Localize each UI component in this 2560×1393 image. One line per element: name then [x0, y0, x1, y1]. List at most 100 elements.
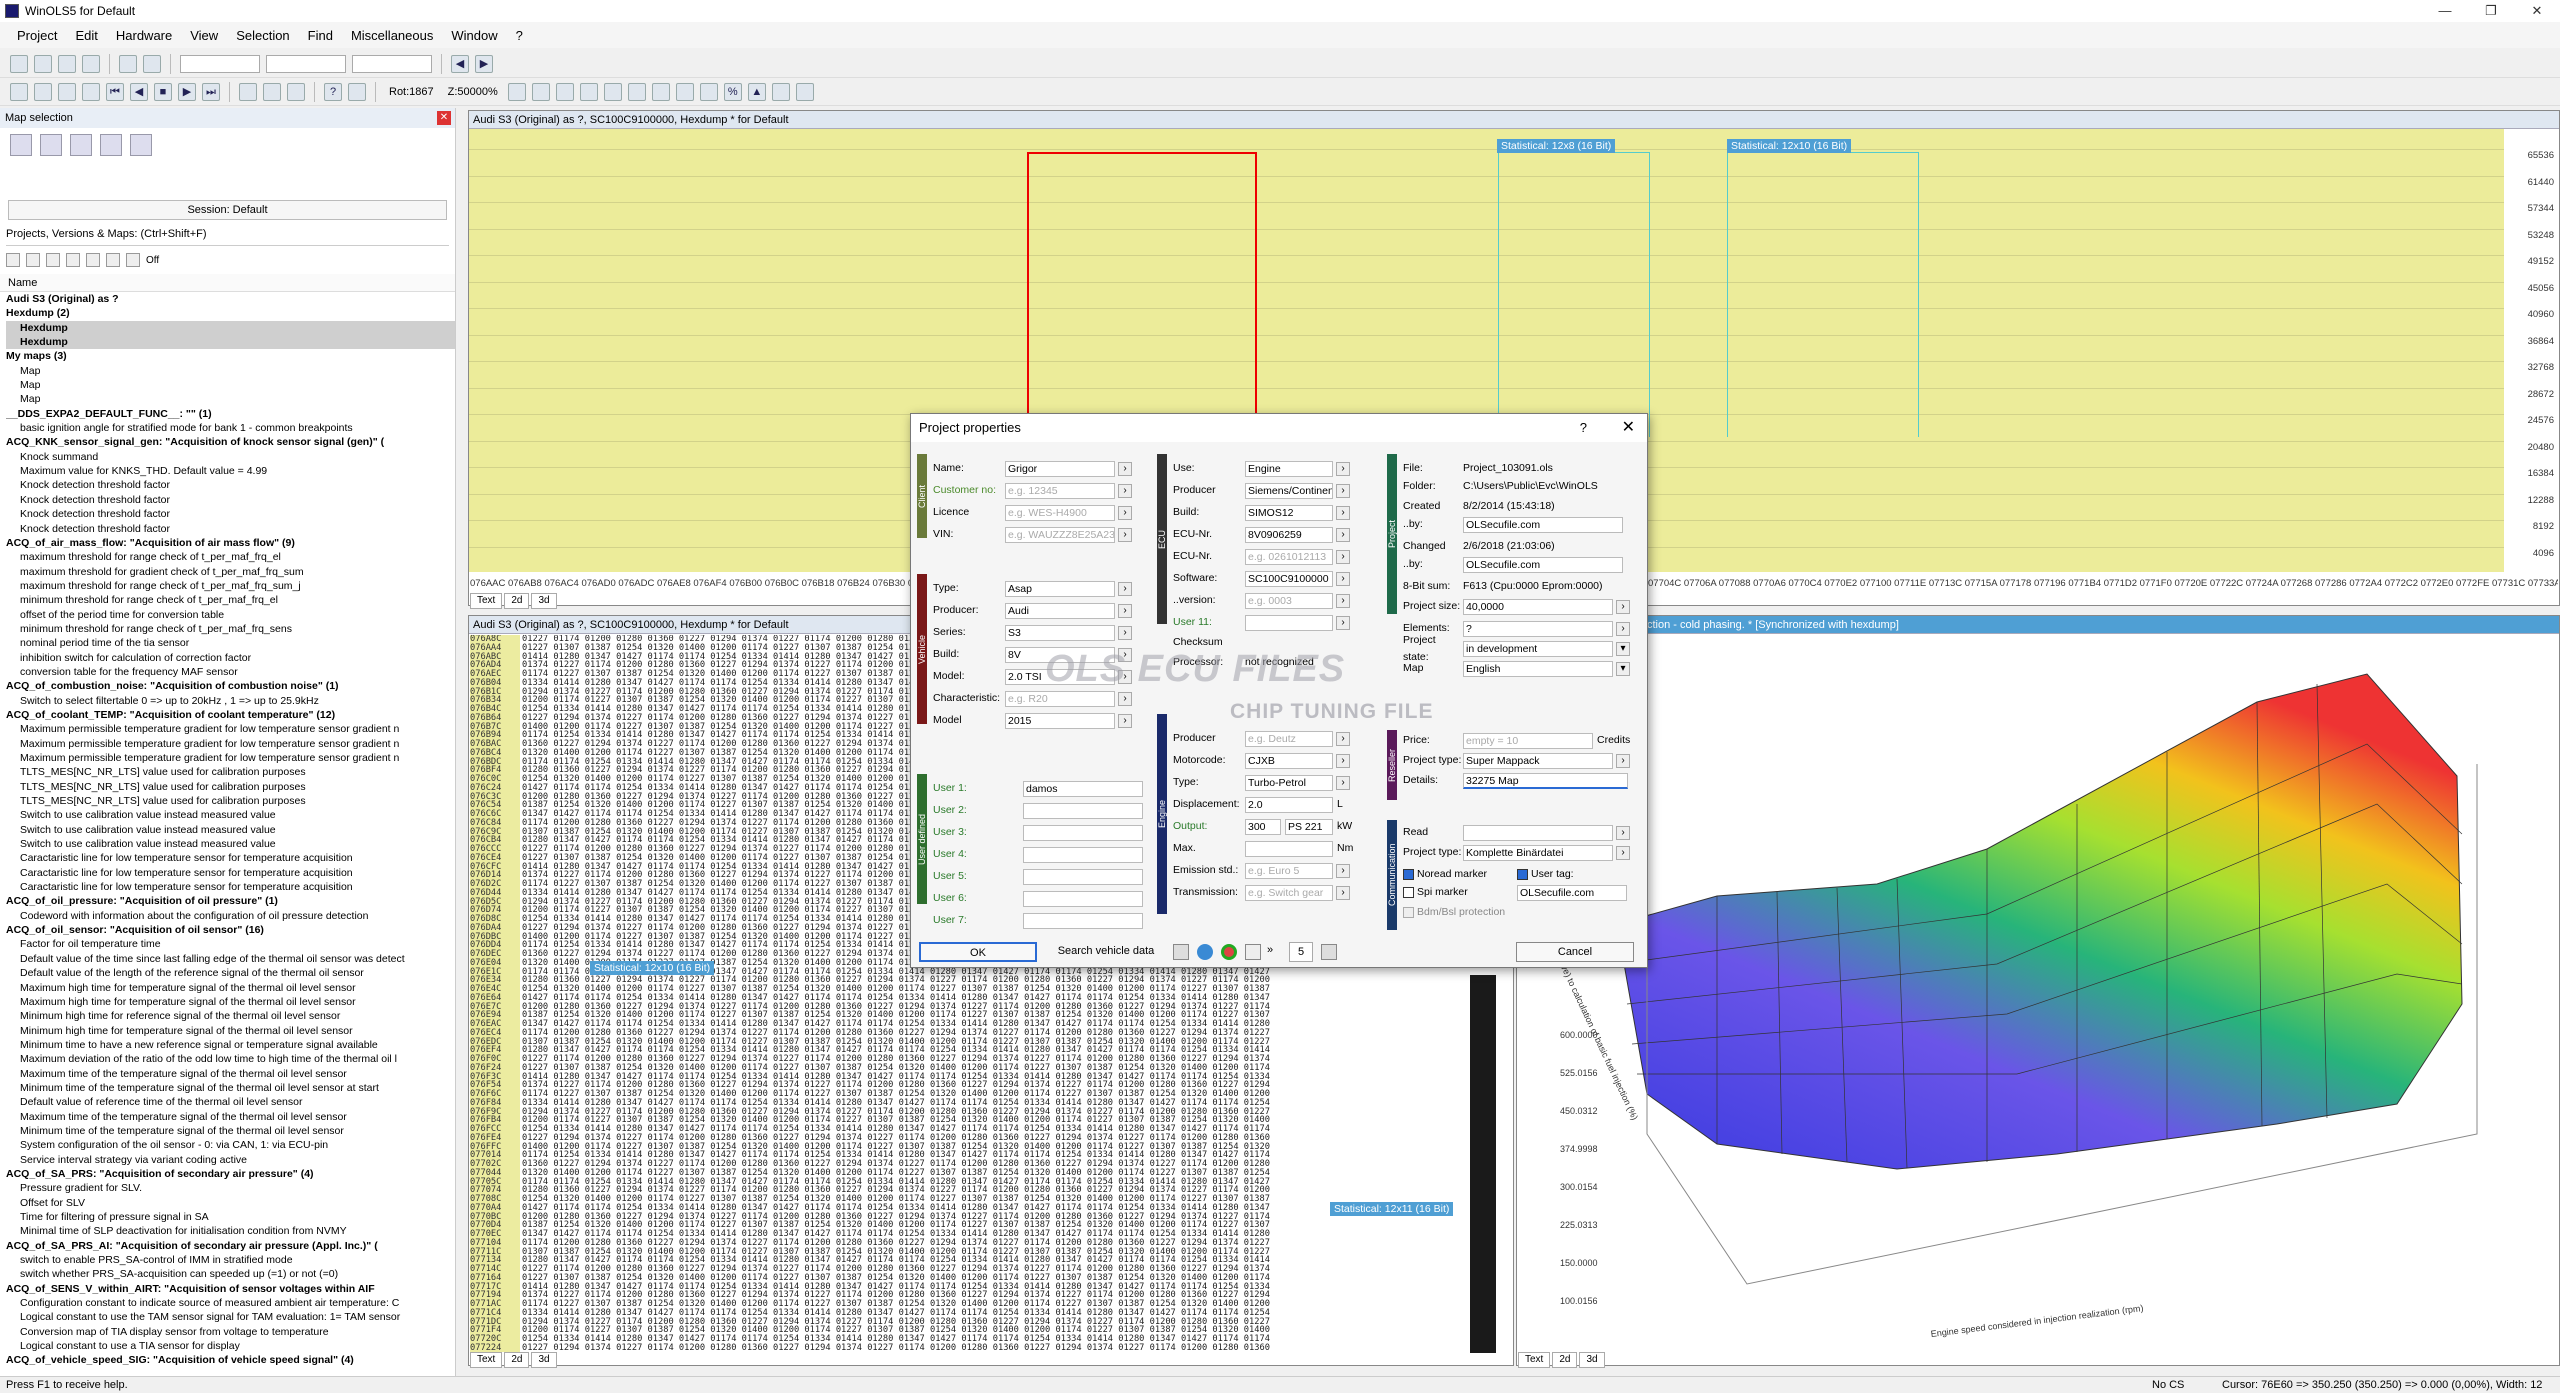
32bit-icon[interactable]: [603, 82, 622, 101]
close-button[interactable]: ✕: [2514, 0, 2560, 22]
width-icon[interactable]: [531, 82, 550, 101]
price-field[interactable]: empty = 10: [1463, 732, 1593, 749]
tab-2d[interactable]: 2d: [1552, 1352, 1578, 1368]
vin-field[interactable]: e.g. WAUZZZ8E25A231: [1005, 526, 1115, 543]
tree-item[interactable]: Offset for SLV: [6, 1196, 455, 1210]
ecu-build-field[interactable]: SIMOS12: [1245, 504, 1333, 521]
minimap-strip[interactable]: [1470, 975, 1496, 1353]
statistical-label-2[interactable]: Statistical: 12x10 (16 Bit): [1727, 139, 1852, 153]
tree-item[interactable]: Switch to use calibration value instead …: [6, 823, 455, 837]
tree-item[interactable]: Minimum high time for reference signal o…: [6, 1009, 455, 1023]
usertag-checkbox[interactable]: [1517, 869, 1528, 880]
ecu-producer-arrow[interactable]: ›: [1336, 483, 1350, 498]
tree-item[interactable]: TLTS_MES[NC_NR_LTS] value used for calib…: [6, 794, 455, 808]
restore-button[interactable]: ❐: [2468, 0, 2514, 22]
state-select[interactable]: in development: [1463, 640, 1613, 657]
view-icon[interactable]: [143, 54, 161, 73]
tree-item[interactable]: ACQ_of_SENS_V_within_AIRT: "Acquisition …: [6, 1282, 455, 1296]
statistical-label-4[interactable]: Statistical: 12x11 (16 Bit): [1330, 1202, 1454, 1216]
eng-type-field[interactable]: Turbo-Petrol: [1245, 774, 1333, 791]
tree-item[interactable]: Hexdump (2): [6, 306, 455, 320]
tree-item[interactable]: TLTS_MES[NC_NR_LTS] value used for calib…: [6, 765, 455, 779]
tree-item[interactable]: Configuration constant to indicate sourc…: [6, 1296, 455, 1310]
tree-item[interactable]: Hexdump: [6, 335, 455, 350]
series-field[interactable]: S3: [1005, 624, 1115, 641]
open-folder-icon[interactable]: [40, 134, 62, 156]
ecu-nr2-arrow[interactable]: ›: [1336, 549, 1350, 564]
map-tree[interactable]: Audi S3 (Original) as ? Hexdump (2) Hexdum…: [0, 292, 455, 1382]
tree-item[interactable]: Knock detection threshold factor: [6, 507, 455, 521]
emission-arrow[interactable]: ›: [1336, 863, 1350, 878]
tree-item[interactable]: Service interval strategy via variant co…: [6, 1153, 455, 1167]
map-icon[interactable]: [130, 134, 152, 156]
count-field[interactable]: 5: [1289, 942, 1313, 962]
marker-icon[interactable]: [86, 253, 100, 267]
next-icon[interactable]: ▶: [178, 82, 196, 101]
size-field[interactable]: 40,0000: [1463, 598, 1613, 615]
map-language-select[interactable]: English: [1463, 660, 1613, 677]
tree-item[interactable]: Caractaristic line for low temperature s…: [6, 866, 455, 880]
chat-icon[interactable]: [1245, 944, 1261, 960]
tree-item[interactable]: ACQ_of_oil_sensor: "Acquisition of oil s…: [6, 923, 455, 937]
displacement-field[interactable]: 2.0: [1245, 796, 1333, 813]
project-icon[interactable]: [10, 82, 28, 101]
hexdump-icon[interactable]: [119, 54, 137, 73]
color-icon[interactable]: [795, 82, 814, 101]
reseller-ptype-field[interactable]: Super Mappack: [1463, 752, 1613, 769]
tree-item[interactable]: ACQ_of_coolant_TEMP: "Acquisition of coo…: [6, 708, 455, 722]
name-field[interactable]: Grigor: [1005, 460, 1115, 477]
menu-miscellaneous[interactable]: Miscellaneous: [342, 28, 442, 43]
user1-field[interactable]: damos: [1023, 780, 1143, 797]
tree-item[interactable]: Map: [6, 378, 455, 392]
color-wheel-icon[interactable]: [1221, 944, 1237, 960]
tree-item[interactable]: inhibition switch for calculation of cor…: [6, 651, 455, 665]
model-year-arrow[interactable]: ›: [1118, 713, 1132, 728]
version-arrow[interactable]: ›: [1336, 593, 1350, 608]
tree-item[interactable]: maximum threshold for range check of t_p…: [6, 579, 455, 593]
changed-by-field[interactable]: OLSecufile.com: [1463, 556, 1623, 573]
vin-arrow[interactable]: ›: [1118, 527, 1132, 542]
prev-icon[interactable]: ◀: [130, 82, 148, 101]
name-arrow[interactable]: ›: [1118, 461, 1132, 476]
language-dropdown-icon[interactable]: ▾: [1616, 661, 1630, 676]
map-3d-surface[interactable]: [1517, 634, 2559, 1351]
tree-item[interactable]: Switch to use calibration value instead …: [6, 808, 455, 822]
menu-help[interactable]: ?: [507, 28, 532, 43]
software-arrow[interactable]: ›: [1336, 571, 1350, 586]
customer-field[interactable]: e.g. 12345: [1005, 482, 1115, 499]
tree-item[interactable]: basic ignition angle for stratified mode…: [6, 421, 455, 435]
grid-icon[interactable]: [507, 82, 526, 101]
user4-field[interactable]: [1023, 846, 1143, 863]
search-icon[interactable]: ?: [324, 82, 342, 101]
tree-item[interactable]: minimum threshold for range check of t_p…: [6, 593, 455, 607]
tree-item[interactable]: switch whether PRS_SA-acquisition can sp…: [6, 1267, 455, 1281]
tree-item[interactable]: Minimal time of SLP deactivation for ini…: [6, 1224, 455, 1238]
tree-item[interactable]: Knock detection threshold factor: [6, 478, 455, 492]
delta-icon[interactable]: ▲: [747, 82, 766, 101]
tab-3d[interactable]: 3d: [1579, 1352, 1605, 1368]
tree-item[interactable]: Knock detection threshold factor: [6, 522, 455, 536]
vtype-field[interactable]: Asap: [1005, 580, 1115, 597]
tree-item[interactable]: maximum threshold for gradient check of …: [6, 565, 455, 579]
menu-find[interactable]: Find: [299, 28, 342, 43]
transmission-field[interactable]: e.g. Switch gear: [1245, 884, 1333, 901]
spi-checkbox[interactable]: [1403, 887, 1414, 898]
filter-off-label[interactable]: Off: [146, 255, 159, 266]
tree-item[interactable]: System configuration of the oil sensor -…: [6, 1138, 455, 1152]
compare-icon[interactable]: [82, 82, 100, 101]
tree-item[interactable]: Conversion map of TIA display sensor fro…: [6, 1325, 455, 1339]
tree-item[interactable]: Codeword with information about the conf…: [6, 909, 455, 923]
stop-icon[interactable]: ■: [154, 82, 172, 101]
print-icon[interactable]: [82, 54, 100, 73]
copy-icon[interactable]: [100, 134, 122, 156]
minimize-button[interactable]: —: [2422, 0, 2468, 22]
last-icon[interactable]: ⏭: [202, 82, 220, 101]
import-icon[interactable]: [34, 82, 52, 101]
tab-text[interactable]: Text: [1518, 1352, 1551, 1368]
tree-item[interactable]: Knock summand: [6, 450, 455, 464]
tree-item[interactable]: Maximum high time for temperature signal…: [6, 981, 455, 995]
statistical-label-3[interactable]: Statistical: 12x10 (16 Bit): [590, 961, 715, 975]
tree-item[interactable]: ACQ_KNK_sensor_signal_gen: "Acquisition …: [6, 435, 455, 449]
text-mode-icon[interactable]: [239, 82, 257, 101]
series-arrow[interactable]: ›: [1118, 625, 1132, 640]
